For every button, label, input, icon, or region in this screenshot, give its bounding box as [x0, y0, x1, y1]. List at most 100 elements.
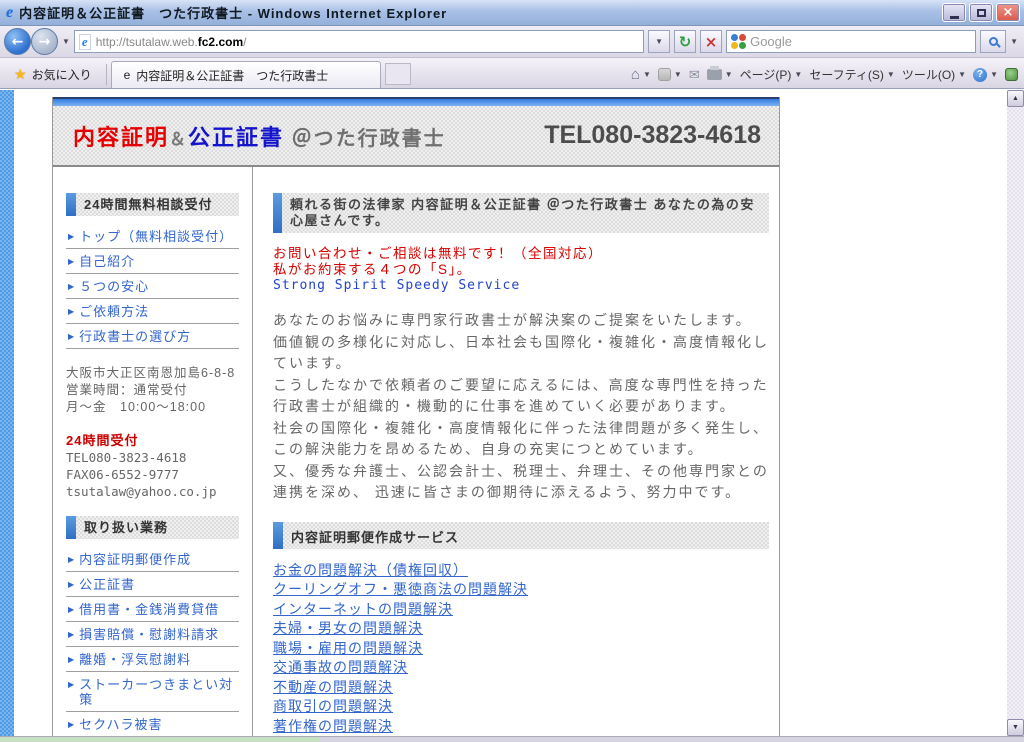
- search-box: [726, 30, 976, 53]
- service-link-cooling-off[interactable]: クーリングオフ・悪徳商法の問題解決: [273, 580, 769, 600]
- header-phone-number: TEL080-3823-4618: [544, 121, 761, 150]
- paragraph: 価値観の多様化に対応し、日本社会も国際化・複雑化・高度情報化しています。: [273, 332, 769, 375]
- url-text: http://tsutalaw.web.fc2.com/: [96, 35, 247, 49]
- service-link-internet[interactable]: インターネットの問題解決: [273, 600, 769, 620]
- contact-tel: TEL080-3823-4618: [66, 449, 239, 466]
- intro-heading: 頼れる街の法律家 内容証明＆公正証書 ＠つた行政書士 あなたの為の安心屋さんです…: [282, 193, 769, 233]
- sidebar-item-divorce[interactable]: ▶離婚・浮気慰謝料: [66, 647, 239, 672]
- sidebar-section-services: 取り扱い業務: [66, 516, 239, 539]
- arrow-icon: ▶: [68, 677, 75, 692]
- chevron-down-icon: ▼: [655, 37, 663, 46]
- sidebar-item-five-assurances[interactable]: ▶５つの安心: [66, 274, 239, 299]
- help-button[interactable]: ?▼: [973, 68, 998, 82]
- service-link-copyright[interactable]: 著作権の問題解決: [273, 717, 769, 737]
- sidebar: 24時間無料相談受付 ▶トップ（無料相談受付） ▶自己紹介 ▶５つの安心 ▶ご依…: [53, 167, 253, 736]
- home-icon: ⌂: [631, 66, 640, 83]
- forward-button[interactable]: →: [31, 28, 58, 55]
- service-link-real-estate[interactable]: 不動産の問題解決: [273, 678, 769, 698]
- sidebar-item-naiyoshomei[interactable]: ▶内容証明郵便作成: [66, 547, 239, 572]
- ie-logo-icon: e: [6, 4, 13, 22]
- contact-info: TEL080-3823-4618 FAX06-6552-9777 tsutala…: [66, 449, 239, 500]
- search-go-button[interactable]: [980, 30, 1006, 53]
- history-dropdown-icon[interactable]: ▼: [62, 37, 70, 46]
- home-button[interactable]: ⌂▼: [631, 66, 651, 83]
- sidebar-item-sexual-harassment[interactable]: ▶セクハラ被害: [66, 712, 239, 736]
- section-marker: [66, 193, 76, 216]
- vertical-scrollbar[interactable]: ▲ ▼: [1007, 90, 1024, 736]
- restore-icon: [977, 9, 986, 17]
- paragraph: 社会の国際化・複雑化・高度情報化に伴った法律問題が多く発生し、この解決能力を昂め…: [273, 418, 769, 461]
- service-link-workplace[interactable]: 職場・雇用の問題解決: [273, 639, 769, 659]
- printer-icon: [707, 69, 722, 80]
- arrow-icon: ▶: [68, 304, 75, 319]
- separator: [106, 64, 107, 85]
- arrow-icon: ▶: [68, 627, 75, 642]
- search-input[interactable]: [750, 34, 971, 49]
- sidebar-item-damages[interactable]: ▶損害賠償・慰謝料請求: [66, 622, 239, 647]
- chevron-down-icon: ▼: [725, 70, 733, 79]
- scroll-up-button[interactable]: ▲: [1007, 90, 1024, 107]
- service-link-traffic[interactable]: 交通事故の問題解決: [273, 658, 769, 678]
- back-button[interactable]: ←: [4, 28, 31, 55]
- service-link-commerce[interactable]: 商取引の問題解決: [273, 697, 769, 717]
- arrow-icon: ▶: [68, 229, 75, 244]
- paragraph: こうしたなかで依頼者のご要望に応えるには、高度な専門性を持った行政書士が組織的・…: [273, 375, 769, 418]
- free-consultation-line: お問い合わせ・ご相談は無料です！（全国対応）: [273, 246, 769, 262]
- tab-favicon-icon: e: [124, 68, 131, 82]
- chevron-down-icon: ▼: [990, 70, 998, 79]
- browser-viewport: 内容証明＆公正証書 ＠つた行政書士 TEL080-3823-4618 24時間無…: [0, 90, 1024, 736]
- command-bar: ⌂▼ ▼ ✉ ▼ ページ(P)▼ セーフティ(S)▼ ツール(O)▼ ?▼: [631, 61, 1020, 88]
- minimize-icon: [950, 16, 959, 19]
- window-titlebar: e 内容証明＆公正証書 つた行政書士 - Windows Internet Ex…: [0, 0, 1024, 26]
- service-heading-box: 内容証明郵便作成サービス: [273, 522, 769, 549]
- tools-menu-button[interactable]: ツール(O)▼: [902, 66, 966, 83]
- navigation-bar: ← → ▼ e http://tsutalaw.web.fc2.com/ ▼ ↻…: [0, 26, 1024, 58]
- tab-title: 内容証明＆公正証書 つた行政書士: [136, 67, 328, 84]
- page-menu-button[interactable]: ページ(P)▼: [740, 66, 803, 83]
- refresh-button[interactable]: ↻: [674, 30, 696, 53]
- feeds-button[interactable]: ▼: [658, 68, 682, 81]
- sidebar-item-loan-docs[interactable]: ▶借用書・金銭消費貸借: [66, 597, 239, 622]
- tab-bar: ★ お気に入り e 内容証明＆公正証書 つた行政書士 ⌂▼ ▼ ✉ ▼ ページ(…: [0, 58, 1024, 89]
- sidebar-item-profile[interactable]: ▶自己紹介: [66, 249, 239, 274]
- safety-menu-button[interactable]: セーフティ(S)▼: [809, 66, 894, 83]
- sidebar-item-top[interactable]: ▶トップ（無料相談受付）: [66, 224, 239, 249]
- scroll-down-button[interactable]: ▼: [1007, 719, 1024, 736]
- sidebar-item-how-to-choose[interactable]: ▶行政書士の選び方: [66, 324, 239, 349]
- contact-email: tsutalaw@yahoo.co.jp: [66, 483, 239, 500]
- chevron-down-icon: ▼: [674, 70, 682, 79]
- favorites-label: お気に入り: [32, 66, 92, 83]
- site-title: 内容証明＆公正証書 ＠つた行政書士: [73, 120, 446, 152]
- favorites-button[interactable]: ★ お気に入り: [4, 61, 102, 88]
- office-address: 大阪市大正区南恩加島6-8-8 営業時間：通常受付 月～金 10:00～18:0…: [66, 365, 239, 416]
- tab-current[interactable]: e 内容証明＆公正証書 つた行政書士: [111, 61, 381, 88]
- sidebar-item-koseishosho[interactable]: ▶公正証書: [66, 572, 239, 597]
- refresh-icon: ↻: [679, 33, 692, 51]
- site-header: 内容証明＆公正証書 ＠つた行政書士 TEL080-3823-4618: [53, 97, 779, 167]
- read-mail-button[interactable]: ✉: [689, 67, 700, 83]
- service-link-money[interactable]: お金の問題解決（債権回収）: [273, 561, 769, 581]
- minimize-button[interactable]: [942, 3, 966, 22]
- restore-button[interactable]: [969, 3, 993, 22]
- messenger-button[interactable]: [1005, 68, 1018, 81]
- google-logo-icon: [731, 34, 746, 49]
- address-dropdown-button[interactable]: ▼: [648, 30, 670, 53]
- sidebar-item-how-to-request[interactable]: ▶ご依頼方法: [66, 299, 239, 324]
- search-options-icon[interactable]: ▼: [1010, 37, 1018, 46]
- print-button[interactable]: ▼: [707, 69, 733, 80]
- arrow-icon: ▶: [68, 279, 75, 294]
- address-bar[interactable]: e http://tsutalaw.web.fc2.com/: [74, 30, 644, 53]
- service-link-couples[interactable]: 夫婦・男女の問題解決: [273, 619, 769, 639]
- help-icon: ?: [973, 68, 987, 82]
- close-button[interactable]: ×: [996, 3, 1020, 22]
- chevron-down-icon: ▼: [794, 70, 802, 79]
- stop-icon: ×: [705, 33, 718, 51]
- sidebar-item-stalker[interactable]: ▶ストーカーつきまとい対策: [66, 672, 239, 712]
- rss-feed-icon: [658, 68, 671, 81]
- chevron-down-icon: ▼: [887, 70, 895, 79]
- stop-button[interactable]: ×: [700, 30, 722, 53]
- section-marker: [66, 516, 76, 539]
- new-tab-button[interactable]: [385, 63, 411, 85]
- chevron-down-icon: ▼: [643, 70, 651, 79]
- arrow-icon: ▶: [68, 254, 75, 269]
